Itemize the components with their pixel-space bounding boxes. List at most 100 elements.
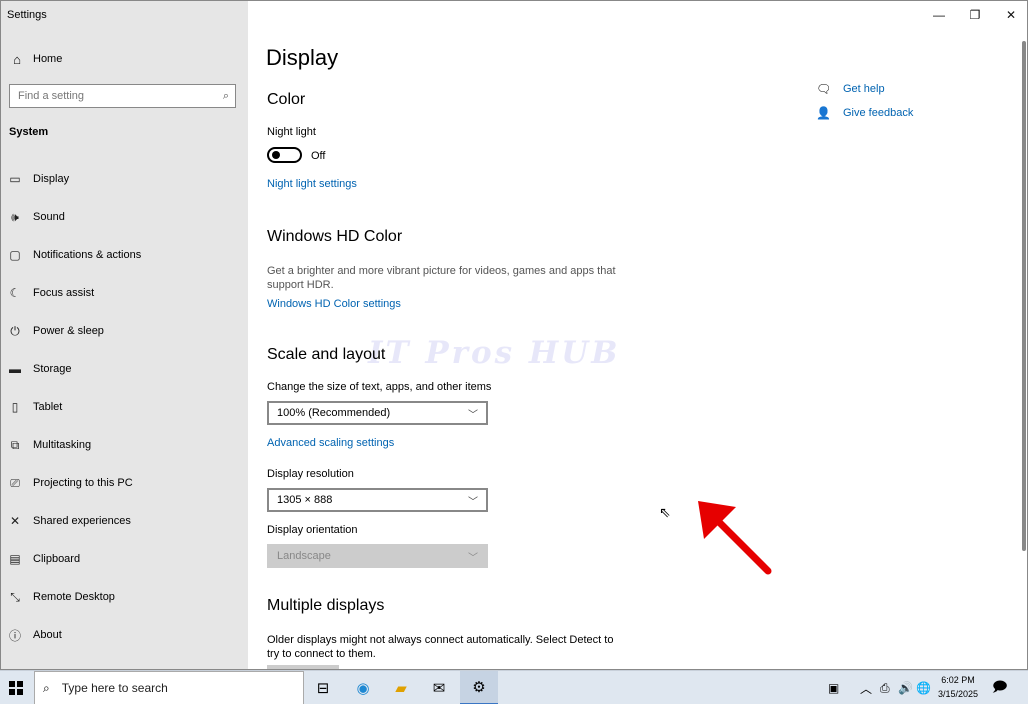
moon-icon: ☾ — [9, 286, 21, 300]
multitasking-icon: ⧉ — [10, 437, 20, 452]
restore-button[interactable]: ❐ — [957, 1, 993, 29]
sidebar-item-label: Projecting to this PC — [33, 477, 133, 489]
sidebar-item-clipboard[interactable]: ▤ Clipboard — [1, 540, 248, 578]
sidebar-item-shared-experiences[interactable]: ✕ Shared experiences — [1, 502, 248, 540]
info-icon: ⓘ — [8, 628, 21, 643]
mail-icon[interactable]: ✉ — [420, 671, 458, 704]
sidebar: Settings ⌂ Home Find a setting ⌕ System … — [1, 1, 248, 669]
sidebar-nav: ▭ Display 🕪 Sound ▢ Notifications & acti… — [1, 160, 248, 654]
sidebar-item-storage[interactable]: ▬ Storage — [1, 350, 248, 388]
resolution-label: Display resolution — [267, 468, 354, 480]
chevron-up-icon[interactable]: ︿ — [860, 671, 872, 704]
main-content: — ❐ ✕ Display Color Night light Off Nigh… — [248, 1, 1027, 669]
sidebar-item-label: Power & sleep — [33, 325, 104, 337]
notification-icon: ▢ — [9, 248, 21, 262]
settings-app-icon[interactable]: ⚙ — [460, 671, 498, 704]
section-label: System — [9, 126, 49, 138]
search-placeholder: Find a setting — [18, 90, 85, 102]
power-icon: ⏻ — [10, 323, 20, 338]
multiple-displays-heading: Multiple displays — [267, 597, 385, 614]
chevron-down-icon: ﹀ — [468, 496, 478, 508]
chevron-down-icon: ﹀ — [468, 552, 478, 564]
night-light-toggle[interactable] — [267, 147, 302, 163]
sidebar-item-label: Shared experiences — [33, 515, 131, 527]
multiple-displays-description: Older displays might not always connect … — [267, 634, 614, 660]
get-help-label: Get help — [843, 83, 885, 95]
settings-window: Settings ⌂ Home Find a setting ⌕ System … — [0, 0, 1028, 670]
scale-size-label: Change the size of text, apps, and other… — [267, 381, 492, 393]
projector-icon: ⎚ — [10, 475, 20, 490]
give-feedback-link[interactable]: 👤 Give feedback — [816, 106, 913, 120]
sidebar-item-focus-assist[interactable]: ☾ Focus assist — [1, 274, 248, 312]
volume-icon[interactable]: 🔊 — [898, 671, 913, 704]
hdr-settings-link[interactable]: Windows HD Color settings — [267, 298, 401, 310]
file-explorer-icon[interactable]: ▰ — [382, 671, 420, 704]
taskbar: ⌕ Type here to search ⊟ ◉ ▰ ✉ ⚙ ▣ ︿ ⎙ 🔊 … — [0, 670, 1028, 704]
start-button[interactable] — [0, 671, 32, 704]
tablet-icon: ▯ — [11, 400, 19, 414]
sidebar-item-label: Notifications & actions — [33, 249, 142, 261]
sidebar-item-label: Focus assist — [33, 287, 95, 299]
sidebar-item-display[interactable]: ▭ Display — [1, 160, 248, 198]
scale-heading: Scale and layout — [267, 346, 386, 363]
meet-icon[interactable]: ⎙ — [880, 671, 890, 704]
scale-dropdown-value: 100% (Recommended) — [277, 407, 391, 419]
sidebar-item-multitasking[interactable]: ⧉ Multitasking — [1, 426, 248, 464]
night-light-settings-link[interactable]: Night light settings — [267, 178, 357, 190]
color-heading: Color — [267, 91, 306, 108]
taskbar-search-placeholder: Type here to search — [61, 681, 168, 695]
give-feedback-label: Give feedback — [843, 107, 914, 119]
feedback-icon: 👤 — [816, 106, 831, 120]
monitor-icon: ▭ — [9, 172, 21, 186]
task-view-icon[interactable]: ⊟ — [304, 671, 342, 704]
sidebar-item-notifications[interactable]: ▢ Notifications & actions — [1, 236, 248, 274]
sidebar-item-label: Tablet — [33, 401, 63, 413]
orientation-dropdown-value: Landscape — [277, 550, 331, 562]
taskbar-clock[interactable]: 6:02 PM 3/15/2025 — [930, 673, 986, 701]
caption-buttons: — ❐ ✕ — [921, 1, 1027, 29]
app-title: Settings — [7, 9, 47, 21]
sidebar-item-tablet[interactable]: ▯ Tablet — [1, 388, 248, 426]
notification-center-icon[interactable]: 🗩 — [992, 671, 1008, 704]
toggle-state-label: Off — [311, 150, 326, 162]
resolution-dropdown-value: 1305 × 888 — [277, 494, 333, 506]
mouse-cursor-icon: ⇖ — [659, 504, 671, 520]
close-button[interactable]: ✕ — [993, 1, 1027, 29]
resolution-dropdown[interactable]: 1305 × 888 ﹀ — [267, 488, 488, 512]
taskbar-search-input[interactable]: ⌕ Type here to search — [34, 671, 304, 704]
sidebar-item-about[interactable]: ⓘ About — [1, 616, 248, 654]
night-light-label: Night light — [267, 126, 316, 138]
hdr-description: Get a brighter and more vibrant picture … — [267, 265, 616, 291]
sidebar-home[interactable]: ⌂ Home — [1, 47, 248, 71]
hdr-heading: Windows HD Color — [267, 228, 403, 245]
remote-desktop-icon: ⤡ — [10, 589, 20, 604]
orientation-dropdown[interactable]: Landscape ﹀ — [267, 544, 488, 568]
sidebar-item-label: Clipboard — [33, 553, 81, 565]
scrollbar[interactable] — [1022, 41, 1026, 551]
sidebar-item-label: Storage — [33, 363, 72, 375]
share-icon: ✕ — [9, 514, 21, 528]
scale-dropdown[interactable]: 100% (Recommended) ﹀ — [267, 401, 488, 425]
clock-time: 6:02 PM — [941, 675, 975, 685]
advanced-scaling-link[interactable]: Advanced scaling settings — [267, 437, 394, 449]
storage-icon: ▬ — [9, 362, 21, 376]
sidebar-item-projecting[interactable]: ⎚ Projecting to this PC — [1, 464, 248, 502]
edge-browser-icon[interactable]: ◉ — [344, 671, 382, 704]
globe-icon[interactable]: 🌐 — [916, 671, 931, 704]
minimize-button[interactable]: — — [921, 1, 957, 29]
sidebar-item-label: Multitasking — [33, 439, 92, 451]
news-icon[interactable]: ▣ — [828, 671, 839, 704]
toggle-knob — [272, 151, 280, 159]
get-help-link[interactable]: 🗨 Get help — [816, 82, 885, 96]
sidebar-item-power-sleep[interactable]: ⏻ Power & sleep — [1, 312, 248, 350]
sidebar-item-label: Sound — [33, 211, 65, 223]
home-label: Home — [33, 53, 63, 65]
sidebar-item-sound[interactable]: 🕪 Sound — [1, 198, 248, 236]
search-input[interactable]: Find a setting ⌕ — [9, 84, 236, 108]
sidebar-item-label: About — [33, 629, 62, 641]
clock-date: 3/15/2025 — [937, 689, 979, 699]
annotation-arrow-icon — [698, 501, 772, 575]
sidebar-item-label: Display — [33, 173, 70, 185]
windows-logo-icon — [9, 681, 23, 695]
sidebar-item-remote-desktop[interactable]: ⤡ Remote Desktop — [1, 578, 248, 616]
